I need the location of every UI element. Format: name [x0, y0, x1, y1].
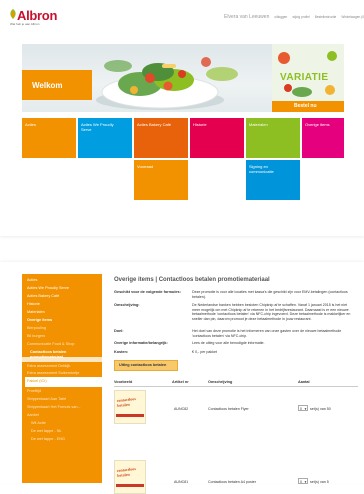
field-kosten-label: Kosten: — [114, 350, 129, 354]
field-omschrijving-value: De Nederlandse banken hebben besloten Ch… — [192, 303, 351, 321]
sidebar-subitem-fakkel[interactable]: Fakkel (ICI) — [27, 379, 47, 383]
edit-profile-link[interactable]: wijzig profiel — [292, 15, 309, 19]
table-header-divider — [114, 386, 358, 387]
tile-voorraad[interactable]: Voorraad — [134, 160, 188, 200]
tile-historie[interactable]: Historie — [190, 118, 244, 158]
sidebar-subitem-contactloos-betalen-line2: promotiemateriaal — [30, 355, 63, 359]
field-omschrijving-label: Omschrijving: — [114, 303, 140, 307]
field-doel-value: Het doel van deze promotie is het inform… — [192, 329, 342, 338]
field-overige-info-value: Lees de uitleg voor alle benodigde infor… — [192, 341, 265, 345]
row2-description: Contactloos betalen A4 poster — [208, 480, 256, 484]
tile-overige-items[interactable]: Overige items — [302, 118, 344, 158]
welcome-title: Welkom — [32, 81, 63, 90]
tile-materialen[interactable]: Materialen — [246, 118, 300, 158]
sidebar-item-acties-we-proudly-serve[interactable]: Acties We Proudly Serve — [27, 286, 69, 290]
sidebar-item-acties-bakery-cafe[interactable]: Acties Bakery Café — [27, 294, 59, 298]
order-now-label[interactable]: Bestel nu — [294, 103, 317, 109]
field-overige-info-label: Overige informatie/belangrijk: — [114, 341, 168, 345]
logout-link[interactable]: uitloggen — [274, 15, 287, 19]
flyer-preview-band — [116, 414, 144, 417]
sidebar-subitem-contactloos-betalen[interactable]: Contactloos betalen — [30, 350, 66, 354]
col-header-omschrijving: Omschrijving — [208, 380, 233, 384]
logo-name: Albron — [17, 8, 58, 23]
tile-acties-we-proudly-serve[interactable]: Acties We Proudly Serve — [78, 118, 132, 158]
col-header-aantal: Aantal — [298, 380, 310, 384]
sidebar-item-acties[interactable]: Acties — [27, 278, 37, 282]
field-formules-label: Geschikt voor de volgende formules: — [114, 290, 181, 294]
sidebar-subitem-communicatie-food-shop[interactable]: Communicatie Food & Shop — [27, 342, 75, 346]
tile-acties-bakery-cafe[interactable]: Acties Bakery Café — [134, 118, 188, 158]
sidebar-subitem-bil-burgers[interactable]: Bil burgers — [27, 334, 45, 338]
sidebar-subitem-bierpouling[interactable]: Bierpouling — [27, 326, 46, 330]
row1-quantity-value: 0 — [300, 406, 302, 411]
row1-description: Contactloos betalen Flyer — [208, 407, 249, 411]
chevron-down-icon: ▼ — [304, 406, 307, 411]
tile-label: Historie — [193, 122, 207, 127]
tile-label: Acties — [25, 122, 36, 127]
sidebar-subitem-strippenkaart-aan-tafel[interactable]: Strippenkaart Aan Tafel — [27, 397, 66, 401]
field-formules-value: Deze promotie is voor alle locaties met … — [192, 290, 348, 299]
sidebar-subitem-strippenkaart-het-fornuis[interactable]: Strippenkaart Het Fornuis van... — [27, 405, 81, 409]
variety-title: VARIATIE — [280, 72, 329, 83]
tile-label: Materialen — [249, 122, 268, 127]
col-header-voorbeeld: Voorbeeld — [114, 380, 133, 384]
sidebar-item-overige-items[interactable]: Overige items — [27, 318, 52, 322]
tile-label: Overige items — [305, 122, 330, 127]
tile-signing-en-communicatie[interactable]: Signing en communicatie — [246, 160, 300, 200]
home-screen: Albron Wat heb je aan Albron Elvera van … — [0, 0, 364, 236]
tile-label: Voorraad — [137, 164, 154, 169]
page-title: Overige items | Contactloos betalen prom… — [114, 277, 270, 283]
sidebar-subitem-extra-assessment-delikijk[interactable]: Extra assessment Delikijk — [27, 364, 70, 368]
category-sidebar: Acties Acties We Proudly Serve Acties Ba… — [22, 274, 102, 483]
row2-article-number: AUNC81 — [174, 480, 189, 484]
top-navigation: Elvera van Leeuwen uitloggen wijzig prof… — [224, 14, 364, 20]
tile-label: Acties We Proudly Serve — [81, 122, 114, 132]
col-header-artikel: Artikel nr — [172, 380, 189, 384]
uitleg-contactloos-label[interactable]: Uitleg contactloos betalen — [119, 363, 166, 367]
row1-article-number: AUNC82 — [174, 407, 189, 411]
sidebar-subitem-de-wet-tappe-eng[interactable]: De wet tappe - ENG — [31, 437, 65, 441]
poster-preview-band — [116, 484, 144, 487]
user-name: Elvera van Leeuwen — [224, 14, 270, 20]
sidebar-item-historie[interactable]: Historie — [27, 302, 40, 306]
tile-label: Acties Bakery Café — [137, 122, 172, 127]
order-instructions-link[interactable]: Bestelinstructie — [315, 15, 337, 19]
sidebar-subitem-aanbel[interactable]: Aanbel — [27, 413, 39, 417]
detail-screen: Acties Acties We Proudly Serve Acties Ba… — [0, 262, 364, 494]
row2-quantity-unit: set(s) van 5 — [310, 480, 329, 484]
tile-label: Signing en communicatie — [249, 164, 274, 174]
sidebar-subitem-de-wet-tappe-nl[interactable]: De wet tappe - NL — [31, 429, 62, 433]
sidebar-subitem-proeftijd[interactable]: Proeftijd — [27, 389, 41, 393]
field-doel-label: Doel: — [114, 329, 124, 333]
cart-link[interactable]: Winkelwagen (0 — [341, 15, 364, 19]
sidebar-subitem-wit-actie[interactable]: Wit Actie — [31, 421, 46, 425]
logo-tagline: Wat heb je aan Albron — [10, 22, 40, 26]
sidebar-item-materialen[interactable]: Materialen — [27, 310, 45, 314]
sidebar-subitem-extra-assessment-suikerstortje[interactable]: Extra assessment Suikerstortje — [27, 371, 79, 375]
row1-quantity-unit: set(s) van 50 — [310, 407, 331, 411]
field-kosten-value: € 0,- per pakket — [192, 350, 217, 354]
tile-acties[interactable]: Acties — [22, 118, 76, 158]
hero-banner: Welkom VARIATIE Bestel nu — [22, 44, 344, 112]
